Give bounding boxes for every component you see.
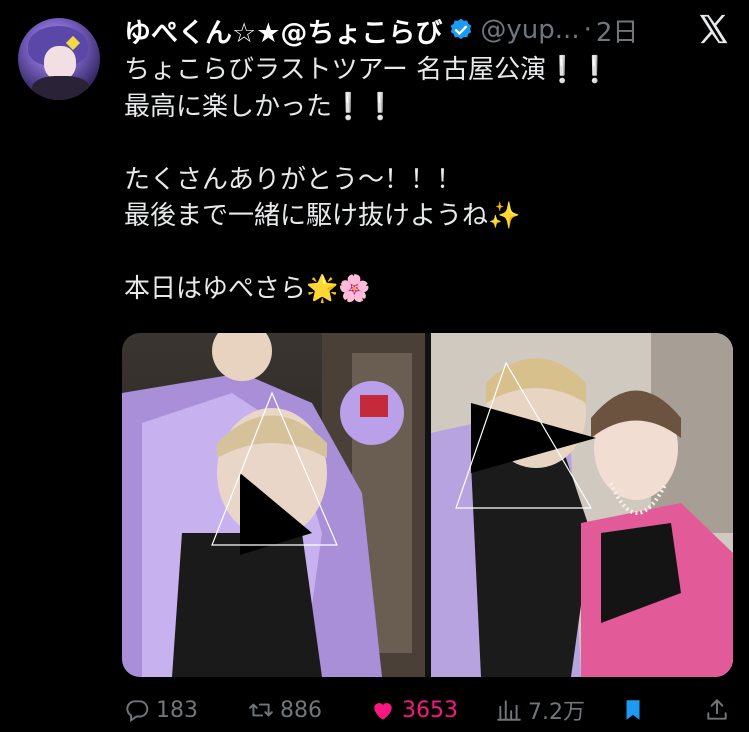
tweet-line: たくさんありがとう〜！！！ xyxy=(124,164,463,195)
retweet-button[interactable]: 886 xyxy=(248,697,322,723)
share-button[interactable] xyxy=(704,697,736,723)
tweet-line xyxy=(124,235,724,272)
views-icon xyxy=(497,700,521,721)
separator-dot: · xyxy=(583,15,592,45)
views-count: 7.2万 xyxy=(528,700,585,725)
verified-badge-icon xyxy=(451,18,472,40)
reply-button[interactable]: 183 xyxy=(124,697,198,723)
tweet-line xyxy=(124,125,724,162)
tweet-line: 最高に楽しかった❕❕ xyxy=(124,91,397,122)
tweet-actions: 183 886 3653 7.2万 xyxy=(120,690,739,730)
photo-left[interactable] xyxy=(122,333,425,677)
like-count: 3653 xyxy=(402,697,458,723)
tweet-line: 最後まで一緒に駆け抜けようね✨ xyxy=(124,201,521,231)
tweet-text: ちょこらびラストツアー 名古屋公演❕❕ 最高に楽しかった❕❕ たくさんありがとう… xyxy=(124,52,724,308)
views-button[interactable]: 7.2万 xyxy=(496,694,585,726)
user-handle[interactable]: @yup... xyxy=(480,15,579,45)
like-button[interactable]: 3653 xyxy=(370,697,458,723)
x-logo-icon[interactable] xyxy=(697,12,731,46)
retweet-icon xyxy=(249,703,273,717)
media-grid xyxy=(122,333,733,677)
avatar[interactable] xyxy=(18,18,100,100)
display-name[interactable]: ゆぺくん☆★@ちょこらび xyxy=(124,11,442,50)
photo-right[interactable] xyxy=(431,333,733,677)
tweet-line: ちょこらびラストツアー 名古屋公演❕❕ xyxy=(124,55,611,85)
share-icon xyxy=(707,699,727,720)
reply-icon xyxy=(126,700,149,723)
retweet-count: 886 xyxy=(280,697,322,723)
tweet-header: ゆぺくん☆★@ちょこらび @yup... · 2日 xyxy=(124,10,749,50)
timestamp[interactable]: 2日 xyxy=(596,12,639,49)
tweet-line: 本日はゆぺさら🌟🌸 xyxy=(124,274,371,304)
bookmark-button[interactable] xyxy=(620,697,652,723)
reply-count: 183 xyxy=(156,697,198,723)
like-icon xyxy=(374,703,392,720)
bookmark-icon xyxy=(626,700,640,720)
